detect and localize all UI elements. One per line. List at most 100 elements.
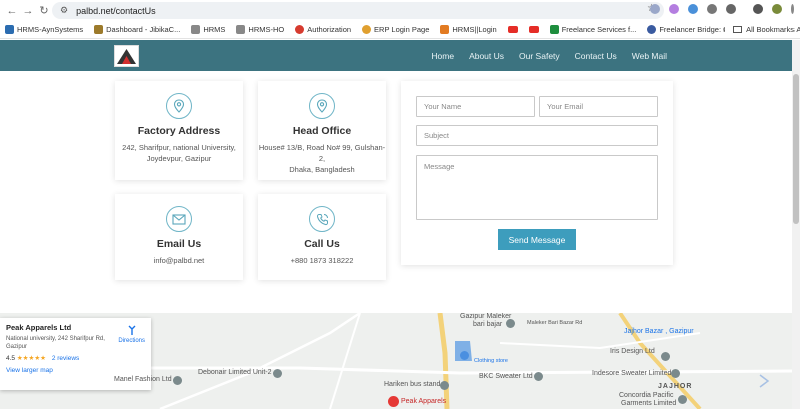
map-label: Debonair Limited Unit-2 — [198, 369, 272, 376]
page-scrollbar[interactable] — [792, 40, 800, 409]
map-label: Hariken bus stand — [384, 381, 441, 388]
phone-icon-circle — [309, 206, 335, 232]
map-pin-icon[interactable] — [506, 319, 515, 328]
map-label: Maleker Bari Bazar Rd — [527, 320, 583, 326]
map-pin-icon[interactable] — [661, 352, 670, 361]
address-bar[interactable]: ⚙ palbd.net/contactUs ☆ — [52, 2, 664, 19]
youtube-icon — [528, 26, 539, 33]
url-text: palbd.net/contactUs — [76, 5, 156, 16]
view-larger-map-link[interactable]: View larger map — [6, 367, 145, 374]
bookmark-favicon-icon — [440, 25, 450, 34]
message-textarea[interactable] — [416, 155, 658, 220]
download-icon[interactable] — [753, 4, 763, 14]
nav-about-us[interactable]: About Us — [469, 51, 504, 61]
factory-address-card: Factory Address 242, Sharifpur, national… — [115, 81, 243, 180]
avatar[interactable] — [772, 4, 782, 14]
peak-apparels-pin-icon[interactable] — [388, 396, 399, 407]
card-title: Factory Address — [137, 125, 221, 137]
nav-home[interactable]: Home — [431, 51, 454, 61]
card-text: House# 13/B, Road No# 99, Gulshan-2, Dha… — [258, 143, 386, 174]
location-pin-icon — [316, 99, 328, 113]
email-input[interactable] — [539, 96, 658, 117]
head-office-card: Head Office House# 13/B, Road No# 99, Gu… — [258, 81, 386, 180]
call-card: Call Us +880 1873 318222 — [258, 194, 386, 280]
name-input[interactable] — [416, 96, 535, 117]
reload-icon[interactable]: ↻ — [36, 4, 52, 17]
map-pin-icon[interactable] — [678, 395, 687, 404]
bookmarks-bar: HRMS-AynSystems Dashboard - JibikaC... H… — [0, 21, 800, 39]
card-title: Email Us — [156, 238, 202, 250]
map-label: Indesore Sweater Limited — [592, 370, 672, 377]
email-card: Email Us info@palbd.net — [115, 194, 243, 280]
all-bookmarks-button[interactable]: All Bookmarks — [725, 25, 794, 34]
nav-contact-us[interactable]: Contact Us — [575, 51, 617, 61]
bookmark-item[interactable]: ERP Login Page — [362, 25, 429, 34]
map-label: Concordia Pacific — [619, 392, 674, 399]
bookmark-item[interactable]: HRMS||Login — [440, 25, 497, 34]
map-pin-icon[interactable] — [671, 369, 680, 378]
extension-icons — [650, 4, 794, 14]
back-icon[interactable]: ← — [4, 5, 20, 17]
scrollbar-thumb[interactable] — [793, 74, 799, 224]
directions-button[interactable]: Directions — [118, 324, 145, 344]
bookmark-item[interactable]: Freelancer Bridge: C... — [647, 25, 735, 34]
map-label: JAJHOR — [658, 383, 693, 390]
map-pin-icon[interactable] — [173, 376, 182, 385]
embedded-map[interactable]: Peak Apparels Ltd National university, 2… — [0, 313, 792, 409]
location-pin-icon — [173, 99, 185, 113]
email-icon-circle — [166, 206, 192, 232]
site-header: Home About Us Our Safety Contact Us Web … — [0, 40, 792, 71]
site-info-icon[interactable]: ⚙ — [60, 5, 68, 16]
send-message-button[interactable]: Send Message — [498, 229, 576, 250]
phone-number[interactable]: +880 1873 318222 — [258, 255, 386, 266]
subject-input[interactable] — [416, 125, 658, 146]
bookmark-favicon-icon — [5, 25, 14, 34]
map-pin-icon[interactable] — [460, 351, 469, 360]
bookmark-item[interactable]: HRMS — [191, 25, 225, 34]
bookmark-favicon-icon — [647, 25, 657, 34]
bookmark-item[interactable]: HRMS-HO — [236, 25, 284, 34]
bookmark-favicon-icon — [295, 25, 305, 34]
reviews-link[interactable]: 2 reviews — [52, 355, 79, 362]
bookmark-favicon-icon — [236, 25, 246, 34]
nav-our-safety[interactable]: Our Safety — [519, 51, 560, 61]
map-pin-icon[interactable] — [273, 369, 282, 378]
bookmark-item[interactable]: Authorization — [295, 25, 351, 34]
map-pin-icon[interactable] — [534, 372, 543, 381]
place-address: National university, 242 Sharifpur Rd, G… — [6, 336, 105, 350]
nav-web-mail[interactable]: Web Mail — [632, 51, 667, 61]
bookmark-favicon-icon — [94, 25, 104, 34]
contact-section: Factory Address 242, Sharifpur, national… — [0, 71, 792, 313]
bookmark-item[interactable]: Freelance Services f... — [549, 25, 636, 34]
company-logo[interactable] — [114, 45, 139, 67]
contact-form: Send Message — [401, 81, 673, 265]
main-menu: Home About Us Our Safety Contact Us Web … — [431, 40, 667, 71]
bookmark-item[interactable]: HRMS-AynSystems — [5, 25, 83, 34]
camera-icon[interactable] — [707, 4, 717, 14]
more-menu-icon[interactable] — [791, 4, 794, 14]
map-label: Peak Apparels — [401, 398, 447, 405]
place-rating: 4.5 ★★★★★ 2 reviews — [6, 355, 80, 362]
pen-icon[interactable] — [669, 4, 679, 14]
youtube-bookmark[interactable] — [528, 26, 539, 33]
map-label: Gazipur Maleker — [460, 313, 512, 320]
bookmark-favicon-icon — [549, 25, 559, 34]
forward-icon[interactable]: → — [20, 5, 36, 17]
globe-icon[interactable] — [688, 4, 698, 14]
card-title: Call Us — [304, 238, 340, 250]
card-text: 242, Sharifpur, national University, Joy… — [122, 143, 236, 163]
phone-icon — [316, 213, 328, 225]
youtube-icon — [507, 26, 518, 33]
map-label: Garments Limited — [621, 400, 677, 407]
map-label: Clothing store — [474, 358, 508, 364]
bookmark-item[interactable]: Dashboard - JibikaC... — [94, 25, 180, 34]
youtube-bookmark[interactable] — [507, 26, 518, 33]
email-address[interactable]: info@palbd.net — [115, 255, 243, 266]
map-pin-icon[interactable] — [440, 381, 449, 390]
bookmark-favicon-icon — [191, 25, 201, 34]
envelope-icon — [172, 213, 186, 225]
browser-toolbar: ← → ↻ ⚙ palbd.net/contactUs ☆ — [0, 0, 800, 21]
shield-icon[interactable] — [650, 4, 660, 14]
location-icon-circle — [309, 93, 335, 119]
puzzle-icon[interactable] — [726, 4, 736, 14]
